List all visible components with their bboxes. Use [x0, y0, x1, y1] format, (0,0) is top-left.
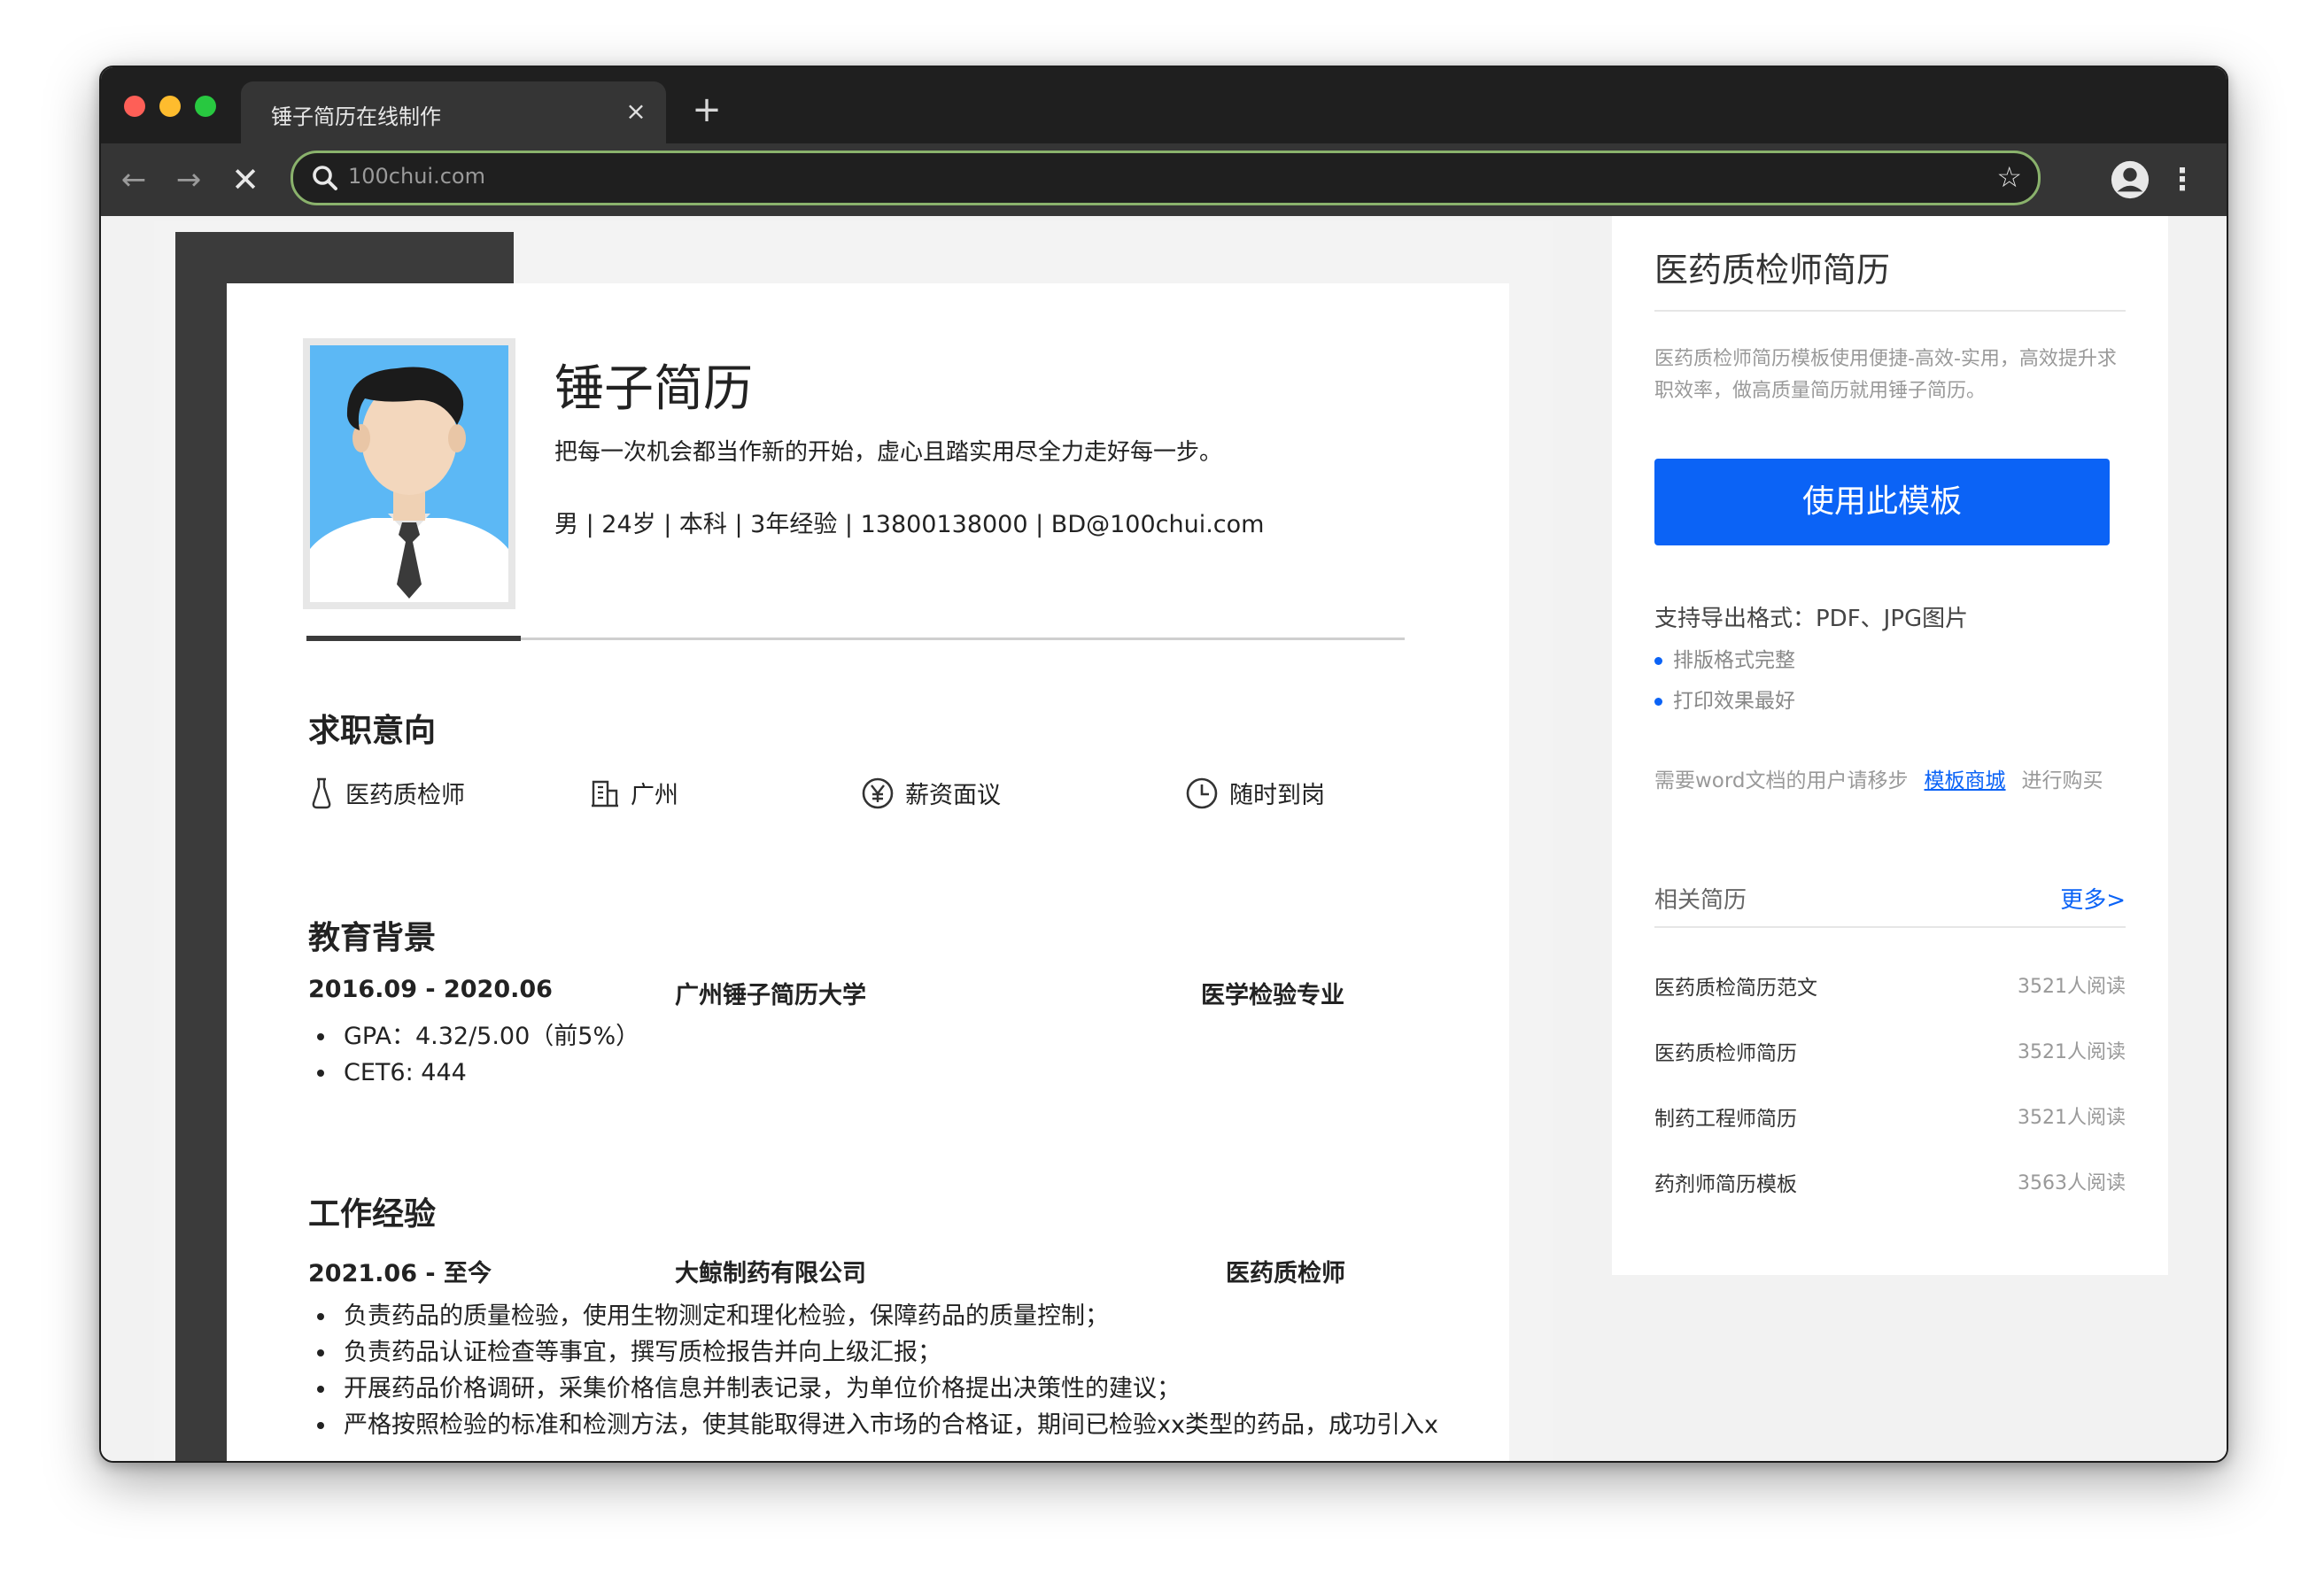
- browser-window: 锤子简历在线制作 × + ← → ✕ 100chui.com ☆ ⋮ 锤子简历 …: [99, 66, 2228, 1463]
- intent-city-label: 广州: [631, 782, 678, 809]
- search-icon: [313, 166, 337, 190]
- intent-availability-label: 随时到岗: [1229, 782, 1325, 809]
- related-item[interactable]: 制药工程师简历 3521人阅读: [1654, 1101, 2126, 1137]
- building-icon: [592, 780, 618, 807]
- feature-label: 排版格式完整: [1673, 649, 1795, 672]
- related-item-count: 3521人阅读: [2018, 1041, 2126, 1063]
- profile-photo: [303, 338, 515, 609]
- resume-page: 锤子简历 把每一次机会都当作新的开始，虚心且踏实用尽全力走好每一步。 男 | 2…: [227, 283, 1509, 1461]
- resume-basic-info: 男 | 24岁 | 本科 | 3年经验 | 13800138000 | BD@1…: [554, 511, 1265, 538]
- intent-salary-label: 薪资面议: [905, 782, 1001, 809]
- use-template-button[interactable]: 使用此模板: [1654, 459, 2110, 545]
- education-major: 医学检验专业: [1201, 982, 1344, 1009]
- template-description: 医药质检师简历模板使用便捷-高效-实用，高效提升求职效率，做高质量简历就用锤子简…: [1654, 348, 2117, 402]
- related-item[interactable]: 药剂师简历模板 3563人阅读: [1654, 1167, 2126, 1202]
- address-bar[interactable]: 100chui.com ☆: [290, 151, 2041, 205]
- avatar-illustration: [310, 345, 508, 602]
- feature-item: 打印效果最好: [1654, 684, 1795, 714]
- account-icon[interactable]: [2110, 159, 2150, 200]
- list-item: 开展药品价格调研，采集价格信息并制表记录，为单位价格提出决策性的建议；: [312, 1371, 1438, 1407]
- export-formats: 支持导出格式：PDF、JPG图片: [1654, 606, 1969, 632]
- work-company: 大鲸制药有限公司: [675, 1260, 866, 1287]
- intent-availability: 随时到岗: [1185, 776, 1325, 810]
- job-intent-title: 求职意向: [308, 713, 437, 749]
- related-item[interactable]: 医药质检师简历 3521人阅读: [1654, 1036, 2126, 1071]
- note-prefix: 需要word文档的用户请移步: [1654, 769, 1909, 792]
- template-store-link[interactable]: 模板商城: [1925, 769, 2006, 792]
- education-school: 广州锤子简历大学: [675, 982, 866, 1009]
- maximize-window-button[interactable]: [195, 96, 216, 117]
- feature-label: 打印效果最好: [1673, 690, 1795, 713]
- header-divider-accent: [306, 636, 521, 641]
- work-details: 负责药品的质量检验，使用生物测定和理化检验，保障药品的质量控制； 负责药品认证检…: [312, 1298, 1438, 1443]
- template-title: 医药质检师简历: [1654, 251, 1891, 290]
- related-item-name[interactable]: 药剂师简历模板: [1654, 1167, 1797, 1197]
- education-period: 2016.09 - 2020.06: [308, 976, 553, 1003]
- related-resumes-title: 相关简历: [1654, 887, 1747, 914]
- stop-loading-button[interactable]: ✕: [225, 159, 266, 200]
- close-window-button[interactable]: [124, 96, 145, 117]
- related-item-count: 3521人阅读: [2018, 1107, 2126, 1129]
- browser-tab[interactable]: 锤子简历在线制作 ×: [241, 81, 666, 143]
- list-item: 严格按照检验的标准和检测方法，使其能取得进入市场的合格证，期间已检验xx类型的药…: [312, 1407, 1438, 1443]
- clock-icon: [1186, 777, 1218, 808]
- url-text[interactable]: 100chui.com: [348, 164, 485, 189]
- related-item-count: 3563人阅读: [2018, 1172, 2126, 1194]
- minimize-window-button[interactable]: [159, 96, 181, 117]
- bullet-dot-icon: [1654, 657, 1662, 665]
- list-item: GPA：4.32/5.00（前5%）: [312, 1018, 639, 1055]
- tab-close-icon[interactable]: ×: [620, 96, 652, 128]
- related-item[interactable]: 医药质检简历范文 3521人阅读: [1654, 970, 2126, 1006]
- list-item: CET6: 444: [312, 1055, 639, 1091]
- related-item-count: 3521人阅读: [2018, 976, 2126, 998]
- title-bar: 锤子简历在线制作 × +: [101, 67, 2227, 143]
- work-title: 工作经验: [308, 1196, 437, 1233]
- education-details: GPA：4.32/5.00（前5%） CET6: 444: [312, 1018, 639, 1091]
- bookmark-star-icon[interactable]: ☆: [1996, 160, 2022, 194]
- template-sidebar: 医药质检师简历 医药质检师简历模板使用便捷-高效-实用，高效提升求职效率，做高质…: [1612, 216, 2168, 1275]
- resume-name: 锤子简历: [554, 360, 753, 418]
- intent-city: 广州: [590, 776, 678, 810]
- related-item-name[interactable]: 制药工程师简历: [1654, 1101, 1797, 1132]
- sidebar-divider: [1654, 310, 2126, 312]
- new-tab-button[interactable]: +: [686, 89, 728, 131]
- browser-menu-icon[interactable]: ⋮: [2165, 159, 2200, 200]
- yen-icon: [862, 777, 894, 808]
- education-title: 教育背景: [308, 920, 437, 956]
- flask-icon: [312, 777, 331, 808]
- note-suffix: 进行购买: [2021, 769, 2103, 792]
- work-role: 医药质检师: [1226, 1260, 1345, 1287]
- word-doc-note: 需要word文档的用户请移步 模板商城 进行购买: [1654, 763, 2103, 793]
- work-period: 2021.06 - 至今: [308, 1260, 492, 1287]
- tab-title: 锤子简历在线制作: [271, 104, 441, 129]
- feature-item: 排版格式完整: [1654, 643, 1795, 673]
- resume-motto: 把每一次机会都当作新的开始，虚心且踏实用尽全力走好每一步。: [554, 439, 1223, 466]
- bullet-dot-icon: [1654, 698, 1662, 706]
- page-viewport: 锤子简历 把每一次机会都当作新的开始，虚心且踏实用尽全力走好每一步。 男 | 2…: [101, 216, 2227, 1461]
- related-divider: [1654, 926, 2126, 928]
- intent-position-label: 医药质检师: [345, 782, 465, 809]
- more-link[interactable]: 更多>: [2060, 882, 2126, 915]
- intent-position: 医药质检师: [308, 776, 465, 810]
- forward-button[interactable]: →: [168, 159, 209, 200]
- intent-salary: 薪资面议: [861, 776, 1001, 810]
- browser-toolbar: ← → ✕ 100chui.com ☆ ⋮: [101, 143, 2227, 216]
- list-item: 负责药品认证检查等事宜，撰写质检报告并向上级汇报；: [312, 1334, 1438, 1371]
- related-item-name[interactable]: 医药质检师简历: [1654, 1036, 1797, 1066]
- related-item-name[interactable]: 医药质检简历范文: [1654, 970, 1817, 1001]
- back-button[interactable]: ←: [113, 159, 154, 200]
- list-item: 负责药品的质量检验，使用生物测定和理化检验，保障药品的质量控制；: [312, 1298, 1438, 1334]
